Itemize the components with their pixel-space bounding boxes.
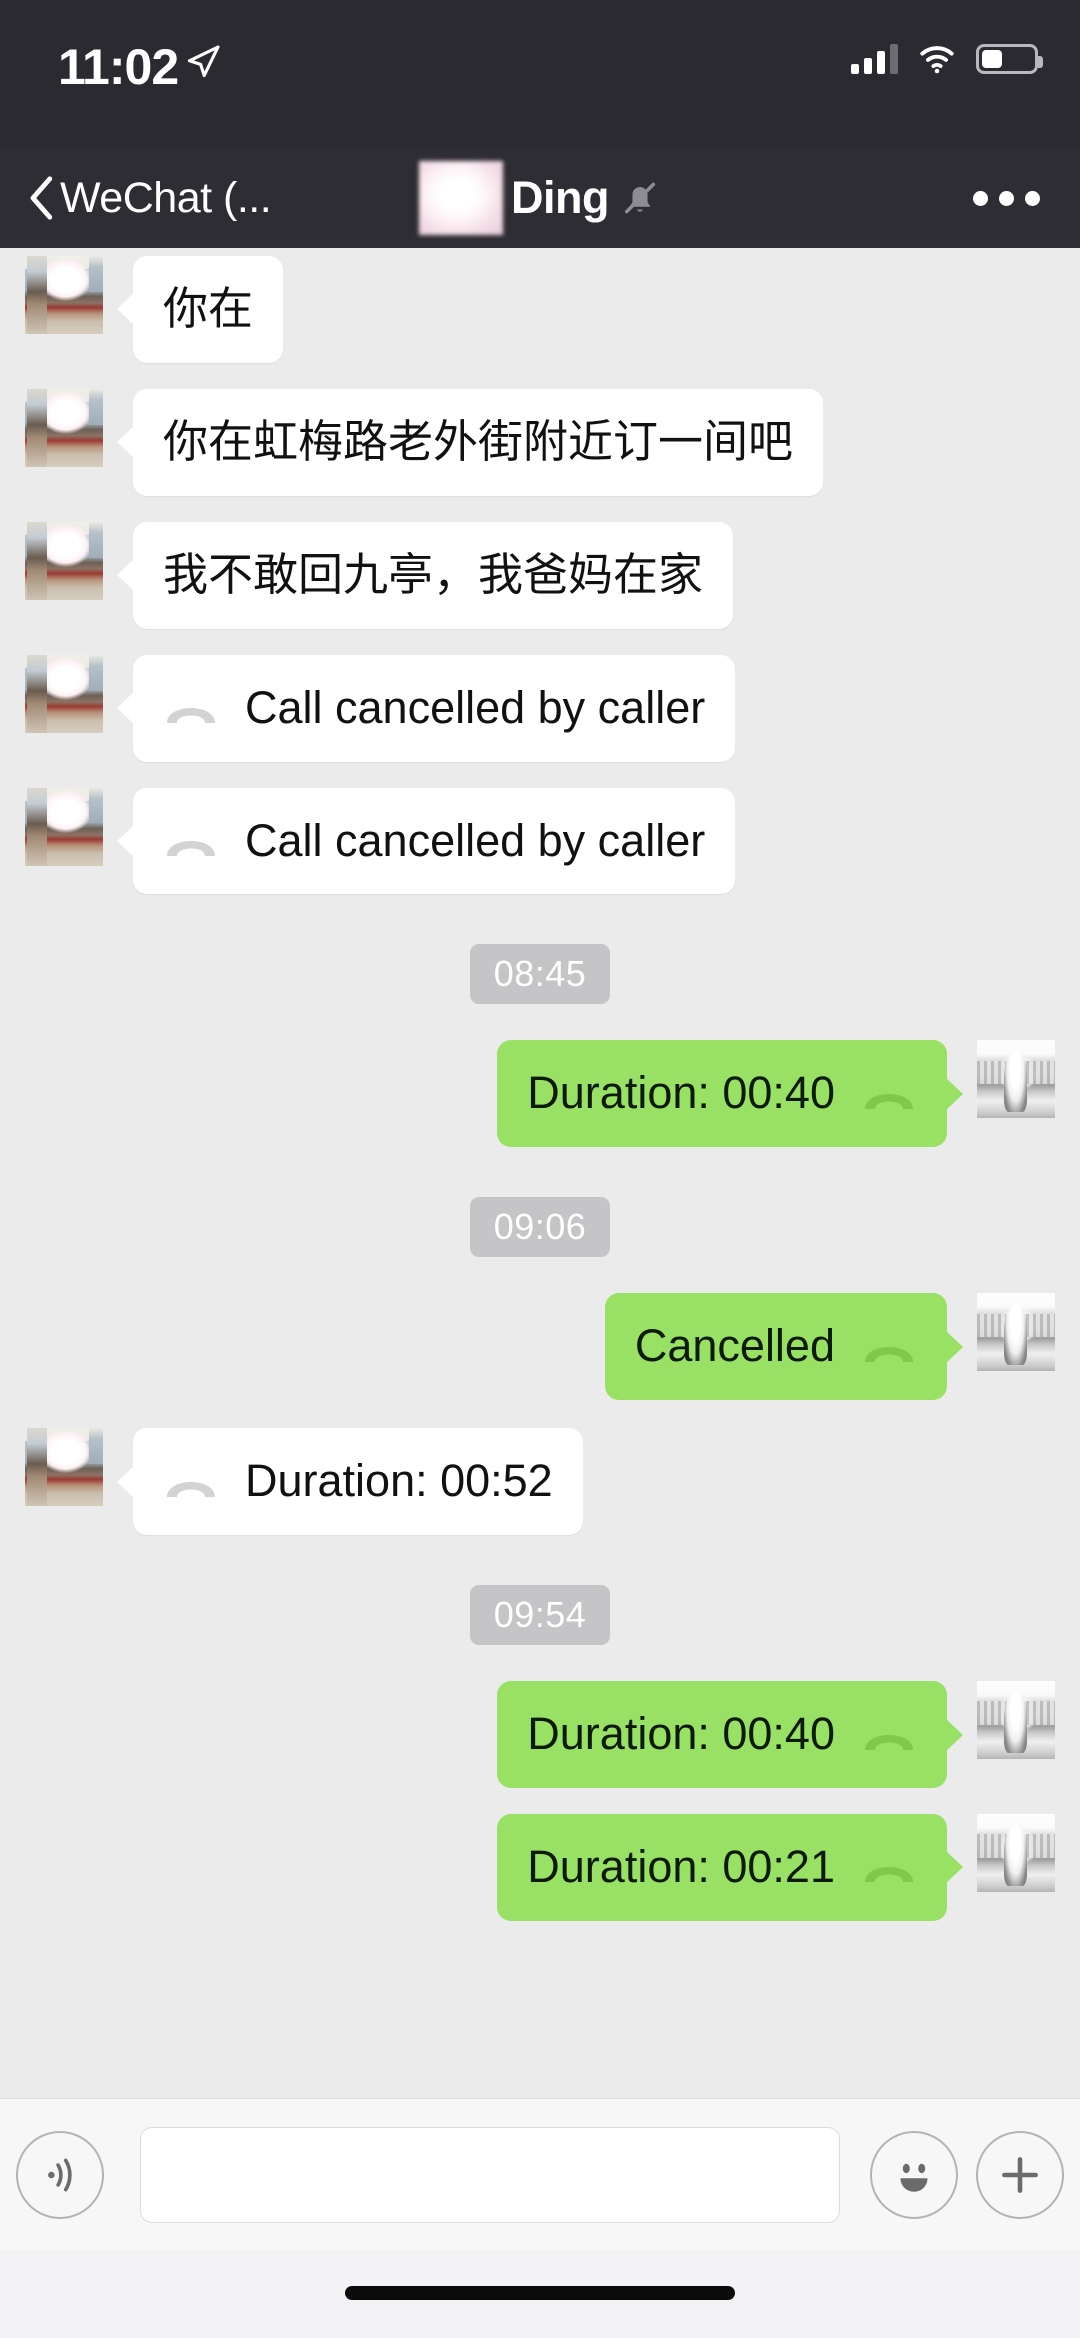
message-row[interactable]: Call cancelled by caller xyxy=(0,654,1080,762)
message-row[interactable]: 你在虹梅路老外街附近订一间吧 xyxy=(0,388,1080,496)
phone-handset-icon xyxy=(865,1093,913,1109)
self-avatar[interactable] xyxy=(977,1293,1055,1372)
status-bar-time: 11:02 xyxy=(58,39,179,95)
message-bubble-incoming[interactable]: 你在 xyxy=(133,256,284,363)
home-indicator-bar[interactable] xyxy=(345,2286,735,2300)
battery-icon xyxy=(976,44,1043,74)
status-bar: 11:02 xyxy=(0,0,1080,148)
location-arrow-icon xyxy=(187,45,220,78)
timestamp-divider: 09:54 xyxy=(0,1585,1080,1646)
navigation-bar: WeChat (... Ding xyxy=(0,148,1080,248)
contact-avatar[interactable] xyxy=(25,654,103,733)
emoji-button[interactable] xyxy=(870,2131,958,2219)
phone-handset-icon xyxy=(167,1481,215,1497)
status-bar-indicators xyxy=(851,44,1043,74)
message-row[interactable]: Duration: 00:21 xyxy=(0,1814,1080,1921)
message-input-field[interactable] xyxy=(140,2127,840,2223)
message-bubble-incoming[interactable]: 你在虹梅路老外街附近订一间吧 xyxy=(133,388,824,496)
self-avatar[interactable] xyxy=(977,1681,1055,1760)
voice-input-button[interactable] xyxy=(16,2131,104,2219)
contact-avatar[interactable] xyxy=(25,787,103,866)
call-bubble-outgoing[interactable]: Duration: 00:40 xyxy=(497,1681,947,1789)
contact-avatar[interactable] xyxy=(25,1428,103,1507)
more-dot xyxy=(999,190,1014,206)
timestamp-divider: 09:06 xyxy=(0,1197,1080,1258)
wifi-icon xyxy=(920,46,954,74)
cellular-signal-icon xyxy=(851,44,898,74)
message-row[interactable]: Cancelled xyxy=(0,1293,1080,1401)
bottom-safe-area xyxy=(0,2250,1080,2338)
message-row[interactable]: Duration: 00:40 xyxy=(0,1681,1080,1789)
redacted-name-block xyxy=(419,161,503,235)
conversation-title[interactable]: Ding xyxy=(0,148,1080,248)
call-bubble-outgoing[interactable]: Duration: 00:21 xyxy=(497,1814,947,1921)
message-bubble-incoming[interactable]: 我不敢回九亭，我爸妈在家 xyxy=(133,521,734,629)
phone-handset-icon xyxy=(167,841,215,856)
self-avatar[interactable] xyxy=(977,1814,1055,1893)
contact-avatar[interactable] xyxy=(25,521,103,600)
message-row[interactable]: Duration: 00:40 xyxy=(0,1040,1080,1148)
call-bubble-incoming[interactable]: Call cancelled by caller xyxy=(133,787,736,895)
bell-muted-icon xyxy=(624,182,656,214)
contact-avatar[interactable] xyxy=(25,256,103,334)
call-bubble-outgoing[interactable]: Duration: 00:40 xyxy=(497,1040,947,1148)
self-avatar[interactable] xyxy=(977,1040,1055,1119)
phone-handset-icon xyxy=(865,1346,913,1362)
call-bubble-incoming[interactable]: Duration: 00:52 xyxy=(133,1428,583,1536)
message-row[interactable]: Duration: 00:52 xyxy=(0,1428,1080,1536)
contact-name: Ding xyxy=(511,172,609,223)
more-dot xyxy=(973,190,988,206)
message-row[interactable]: 你在 xyxy=(0,256,1080,363)
phone-handset-icon xyxy=(865,1734,913,1750)
call-status-text: Call cancelled by caller xyxy=(245,681,706,733)
call-status-text: Duration: 00:21 xyxy=(527,1841,835,1893)
call-status-text: Duration: 00:40 xyxy=(527,1067,835,1119)
message-text: 我不敢回九亭，我爸妈在家 xyxy=(163,548,704,600)
message-list[interactable]: 你在 你在虹梅路老外街附近订一间吧 我不敢回九亭，我爸妈在家 Call canc… xyxy=(0,248,1080,2098)
phone-handset-icon xyxy=(865,1867,913,1883)
message-row[interactable]: Call cancelled by caller xyxy=(0,787,1080,895)
message-text: 你在 xyxy=(163,283,254,334)
call-status-text: Duration: 00:40 xyxy=(527,1708,835,1760)
voice-wave-icon xyxy=(48,2158,72,2192)
more-options-button[interactable] xyxy=(973,148,1040,248)
call-status-text: Cancelled xyxy=(634,1320,835,1372)
message-row[interactable]: 我不敢回九亭，我爸妈在家 xyxy=(0,521,1080,629)
smiley-face-icon xyxy=(900,2163,928,2192)
timestamp-pill: 09:54 xyxy=(469,1585,611,1646)
timestamp-pill: 08:45 xyxy=(469,944,611,1005)
call-status-text: Call cancelled by caller xyxy=(245,814,706,866)
message-text: 你在虹梅路老外街附近订一间吧 xyxy=(163,415,794,467)
plus-icon xyxy=(1002,2157,1038,2193)
call-bubble-incoming[interactable]: Call cancelled by caller xyxy=(133,654,736,762)
timestamp-pill: 09:06 xyxy=(469,1197,611,1258)
timestamp-divider: 08:45 xyxy=(0,944,1080,1005)
contact-avatar[interactable] xyxy=(25,388,103,467)
call-bubble-outgoing[interactable]: Cancelled xyxy=(604,1293,947,1401)
add-attachment-button[interactable] xyxy=(976,2131,1064,2219)
call-status-text: Duration: 00:52 xyxy=(245,1455,553,1507)
message-input-bar xyxy=(0,2098,1080,2250)
more-dot xyxy=(1025,190,1040,206)
phone-handset-icon xyxy=(167,708,215,724)
